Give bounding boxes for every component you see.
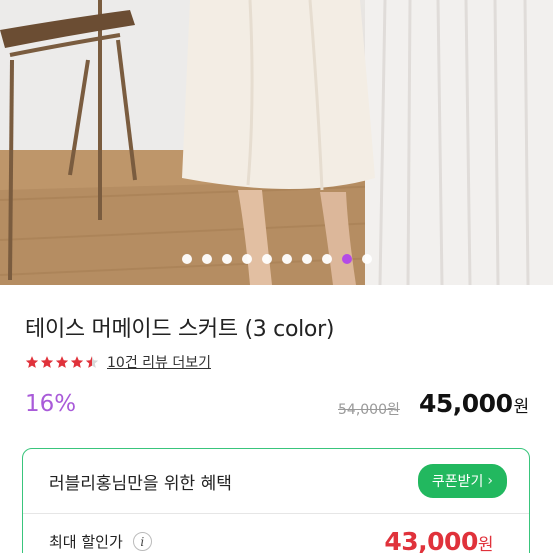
max-discount-price: 43,000원 bbox=[384, 527, 493, 553]
rating-row: 10건 리뷰 더보기 bbox=[25, 352, 211, 372]
max-discount-label: 최대 할인가 bbox=[49, 533, 123, 551]
pagination-dot[interactable] bbox=[241, 254, 252, 264]
max-price-unit: 원 bbox=[477, 535, 494, 553]
star-rating bbox=[25, 355, 99, 369]
original-price: 54,000원 bbox=[338, 402, 400, 418]
star-icon bbox=[40, 356, 54, 368]
divider bbox=[23, 513, 529, 514]
product-photo-illustration bbox=[0, 0, 553, 285]
product-image[interactable] bbox=[0, 0, 553, 285]
sale-price-unit: 원 bbox=[513, 397, 529, 417]
pagination-dot[interactable] bbox=[221, 254, 232, 264]
pagination-dot[interactable] bbox=[301, 254, 312, 264]
benefit-title: 러블리홍님만을 위한 혜택 bbox=[49, 473, 232, 494]
pagination-dot[interactable] bbox=[321, 254, 332, 264]
coupon-button-label: 쿠폰받기 bbox=[431, 474, 484, 490]
pagination-dot[interactable] bbox=[261, 254, 272, 264]
chevron-right-icon: › bbox=[487, 473, 493, 489]
star-icon bbox=[25, 356, 39, 368]
product-title: 테이스 머메이드 스커트 (3 color) bbox=[25, 317, 335, 342]
gallery-pagination bbox=[0, 254, 553, 266]
pagination-dot[interactable] bbox=[281, 254, 292, 264]
pagination-dot[interactable] bbox=[361, 254, 372, 264]
star-icon bbox=[55, 356, 69, 368]
coupon-download-button[interactable]: 쿠폰받기 › bbox=[417, 464, 507, 498]
sale-price-value: 45,000 bbox=[419, 389, 513, 418]
max-price-value: 43,000 bbox=[384, 527, 478, 553]
review-more-link[interactable]: 10건 리뷰 더보기 bbox=[107, 352, 211, 372]
info-icon[interactable]: i bbox=[132, 532, 152, 551]
member-benefit-box: 러블리홍님만을 위한 혜택 쿠폰받기 › 최대 할인가 i 43,000원 bbox=[22, 448, 530, 553]
pagination-dot[interactable] bbox=[181, 254, 192, 264]
max-discount-row: 최대 할인가 i 43,000원 bbox=[49, 527, 507, 553]
discount-rate: 16% bbox=[25, 391, 77, 417]
benefit-header: 러블리홍님만을 위한 혜택 쿠폰받기 › bbox=[23, 449, 529, 513]
half-star-icon bbox=[85, 356, 99, 368]
pagination-dot[interactable] bbox=[201, 254, 212, 264]
pagination-dot-active[interactable] bbox=[341, 254, 352, 264]
sale-price: 45,000원 bbox=[419, 389, 529, 418]
star-icon bbox=[70, 356, 84, 368]
